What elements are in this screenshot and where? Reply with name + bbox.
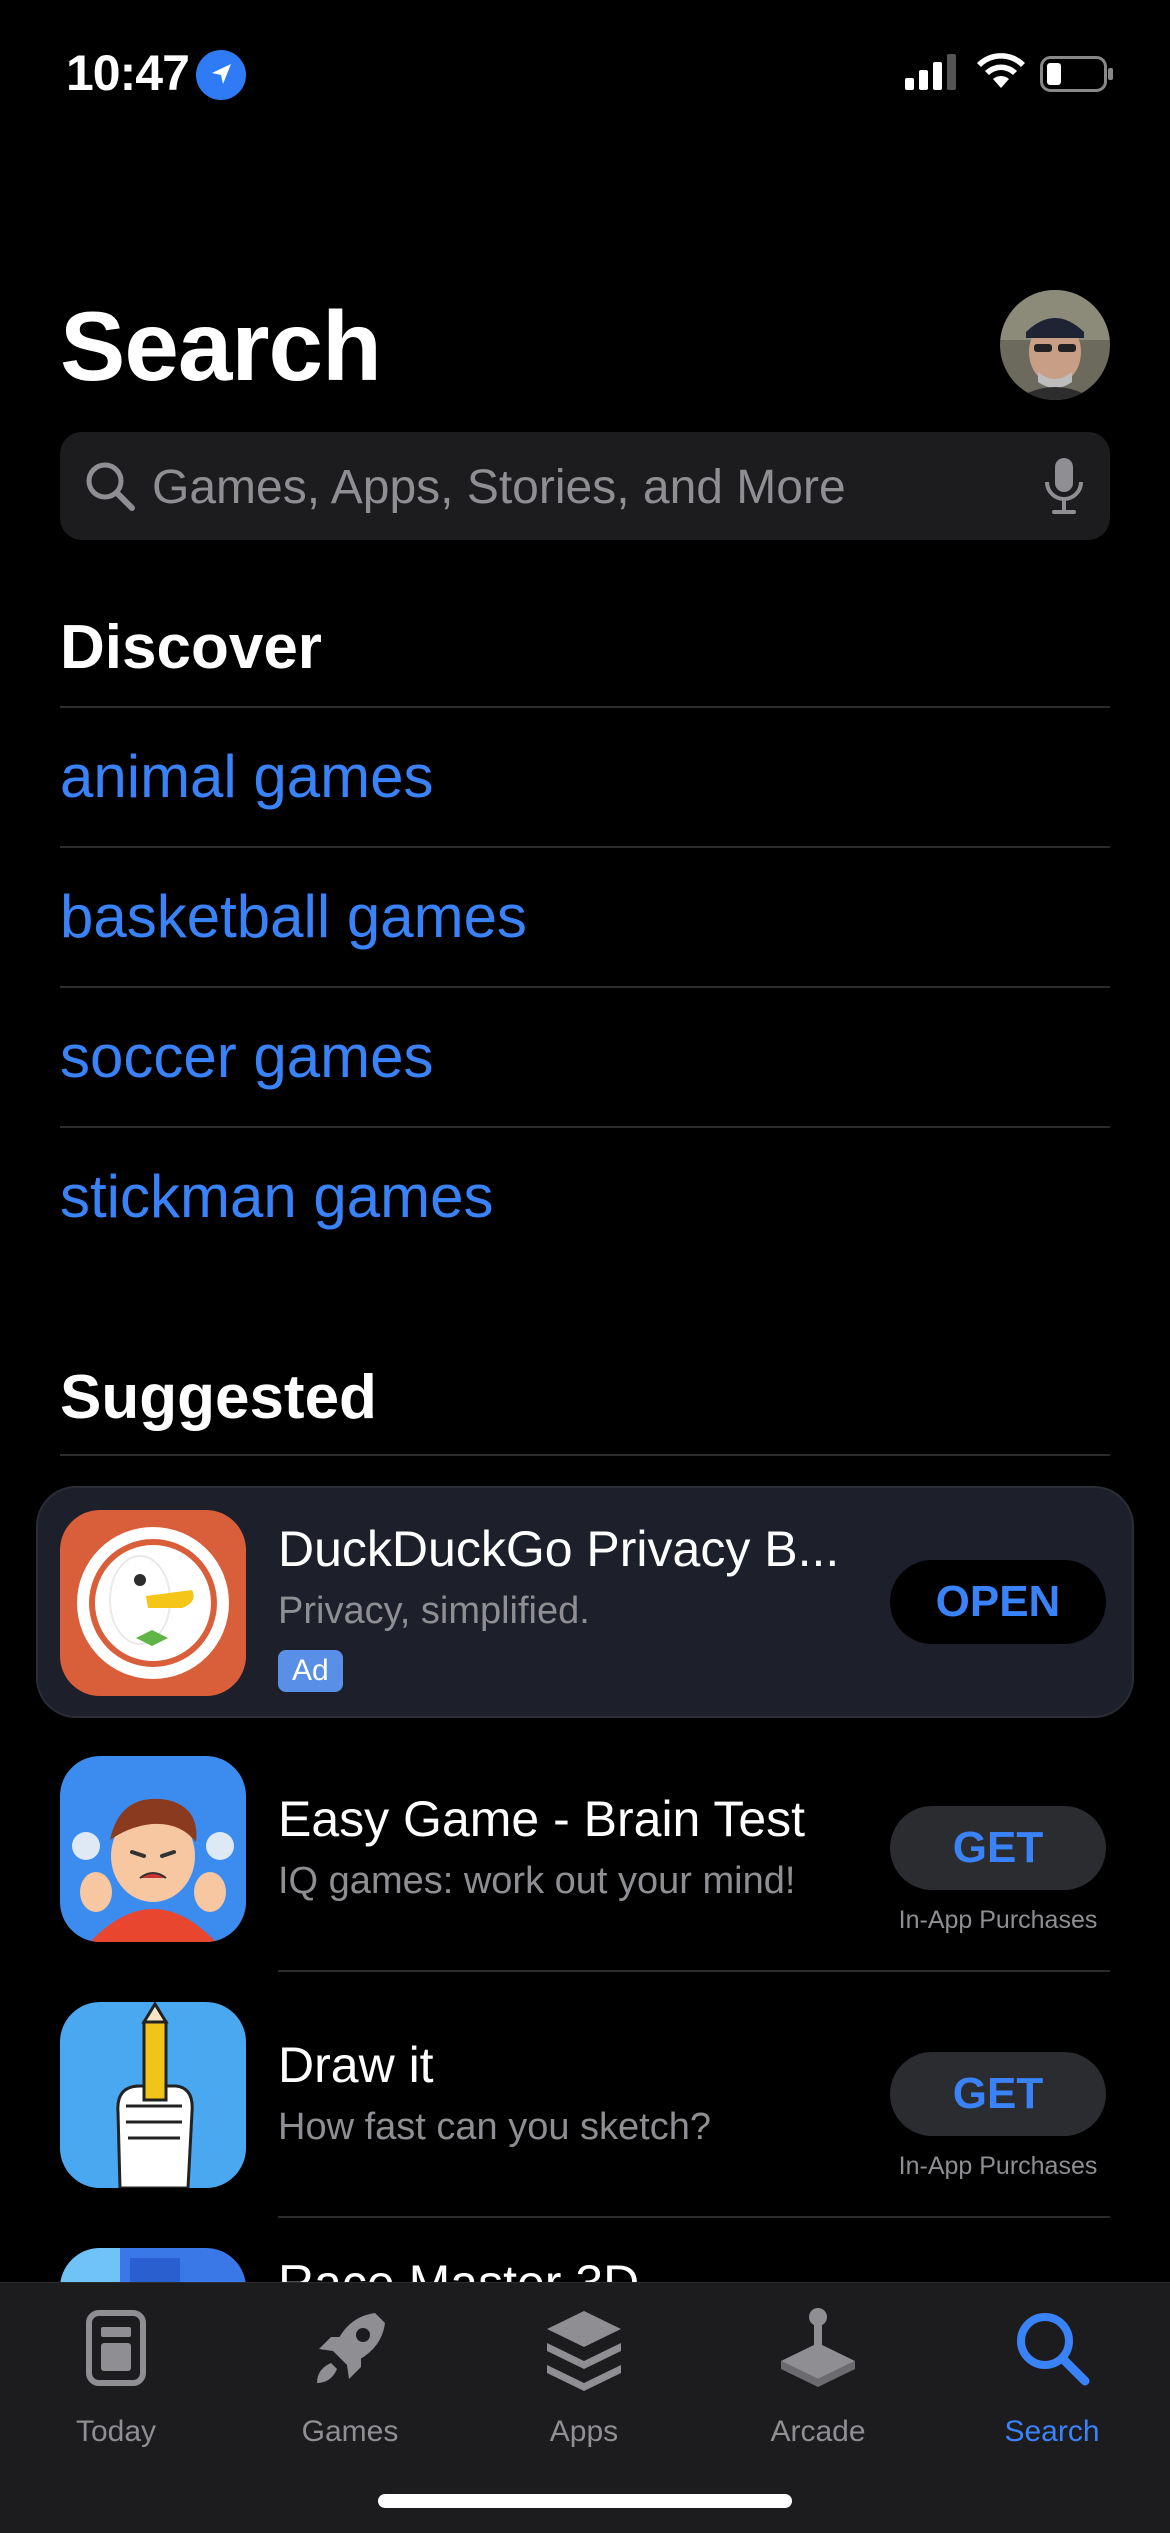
get-button[interactable]: GET [890, 1806, 1106, 1890]
duckduckgo-app-icon[interactable] [60, 1510, 246, 1696]
discover-item[interactable]: basketball games [60, 882, 527, 951]
easy-game-app-icon[interactable] [60, 1756, 246, 1942]
account-avatar[interactable] [1000, 290, 1110, 400]
joystick-icon [781, 2308, 855, 2387]
get-button[interactable]: GET [890, 2052, 1106, 2136]
discover-heading: Discover [60, 613, 322, 682]
battery-icon [1040, 56, 1113, 92]
location-icon [196, 50, 246, 100]
status-time: 10:47 [66, 45, 190, 101]
app-subtitle: Privacy, simplified. [278, 1590, 590, 1632]
divider [60, 706, 1110, 708]
cellular-signal-icon [905, 54, 956, 90]
app-name[interactable]: Easy Game - Brain Test [278, 1790, 805, 1848]
divider [60, 986, 1110, 988]
ad-badge: Ad [278, 1650, 343, 1692]
divider [278, 2216, 1110, 2218]
in-app-purchases-note: In-App Purchases [898, 2152, 1098, 2180]
search-icon [1017, 2313, 1090, 2386]
tab-label: Games [301, 2415, 399, 2448]
discover-item[interactable]: stickman games [60, 1162, 493, 1231]
tab-label: Arcade [770, 2415, 866, 2448]
draw-it-app-icon[interactable] [60, 2002, 246, 2188]
discover-item[interactable]: soccer games [60, 1022, 433, 1091]
tab-label: Apps [549, 2415, 619, 2448]
status-bar: 10:47 [0, 0, 1170, 150]
tab-label: Search [1004, 2415, 1100, 2448]
page-title: Search [60, 291, 382, 401]
wifi-icon [977, 53, 1025, 88]
discover-item[interactable]: animal games [60, 742, 434, 811]
in-app-purchases-note: In-App Purchases [898, 1906, 1098, 1934]
app-name[interactable]: Draw it [278, 2036, 434, 2094]
today-icon [86, 2310, 146, 2386]
divider [60, 846, 1110, 848]
microphone-icon[interactable] [1042, 454, 1086, 518]
rocket-icon [317, 2313, 385, 2383]
suggested-heading: Suggested [60, 1363, 377, 1432]
open-button[interactable]: OPEN [890, 1560, 1106, 1644]
divider [278, 1970, 1110, 1972]
app-subtitle: How fast can you sketch? [278, 2106, 711, 2148]
divider [60, 1126, 1110, 1128]
apps-stack-icon [547, 2311, 621, 2391]
app-name[interactable]: DuckDuckGo Privacy B... [278, 1520, 839, 1578]
magnifier-icon [86, 462, 135, 511]
tab-label: Today [75, 2415, 157, 2448]
app-subtitle: IQ games: work out your mind! [278, 1860, 796, 1902]
search-input[interactable]: Games, Apps, Stories, and More [60, 432, 1110, 540]
divider [60, 1454, 1110, 1456]
home-indicator[interactable] [378, 2494, 792, 2508]
search-placeholder: Games, Apps, Stories, and More [152, 461, 846, 514]
